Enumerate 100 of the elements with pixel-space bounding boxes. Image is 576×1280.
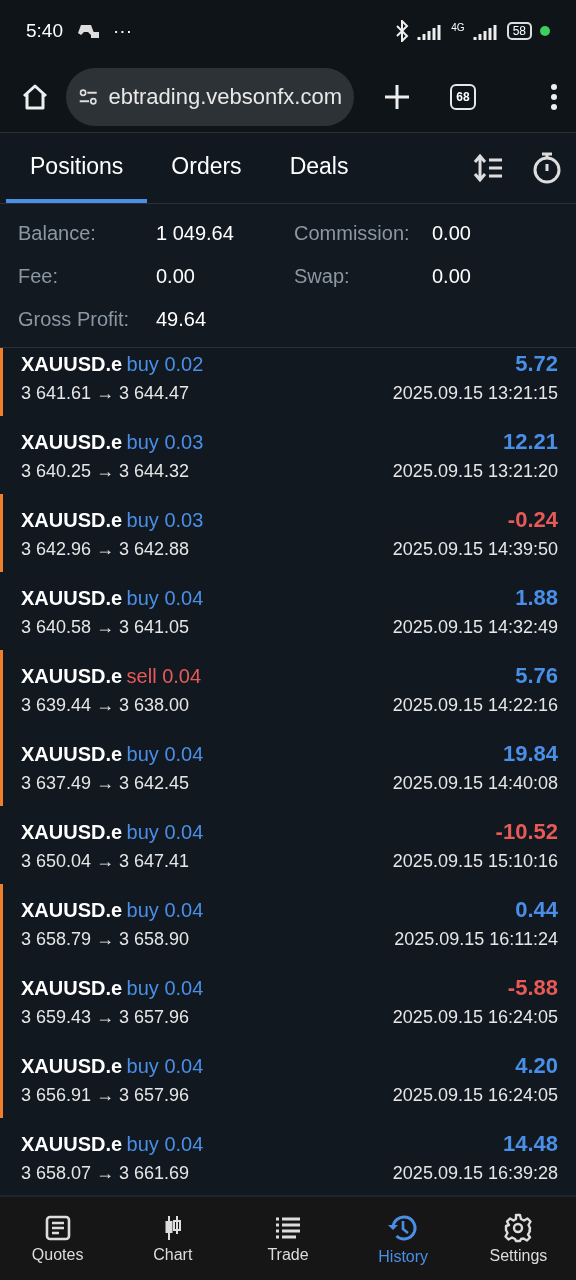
menu-icon[interactable] [550,84,558,110]
trade-side: buy 0.04 [126,586,204,609]
profit: -10.52 [495,818,558,845]
document-icon [43,1213,72,1242]
price-range: 3 659.43 → 3 657.96 [21,1006,190,1028]
deal-time: 2025.09.15 16:39:28 [392,1162,558,1184]
price-range: 3 650.04 → 3 647.41 [21,850,190,872]
profit: 0.44 [515,896,558,923]
address-bar[interactable]: ebtrading.vebsonfx.com [66,68,354,126]
summary-value: 49.64 [156,307,208,332]
summary-label: Balance: [18,221,97,246]
sort-icon[interactable] [474,154,504,182]
profit: -5.88 [507,974,558,1001]
trade-side: buy 0.04 [126,976,204,999]
deal-row[interactable]: XAUUSD.e buy 0.04 -10.52 3 650.04 → 3 647.41 2025.09.15 15:10:16 [0,806,576,884]
deal-time: 2025.09.15 16:24:05 [392,1006,558,1028]
symbol: XAUUSD.e [21,430,123,453]
profit: 1.88 [515,584,558,611]
price-range: 3 640.25 → 3 644.32 [21,460,190,482]
deal-time: 2025.09.15 13:21:15 [392,382,558,404]
trade-side: buy 0.04 [126,742,204,765]
trade-side: sell 0.04 [126,664,202,687]
nav-item[interactable]: Settings [460,1197,576,1280]
profit: 5.72 [515,350,558,377]
deal-row[interactable]: XAUUSD.e buy 0.04 4.20 3 656.91 → 3 657.96 2025.09.15 16:24:05 [0,1040,576,1118]
profit: 4.20 [515,1052,558,1079]
clock: 5:40 [26,20,63,42]
summary-label: Commission: [294,221,411,246]
deal-time: 2025.09.15 16:24:05 [392,1084,558,1106]
signal-icon [472,22,499,40]
symbol: XAUUSD.e [21,508,123,531]
battery-level: 58 [506,22,532,40]
deal-time: 2025.09.15 14:32:49 [392,616,558,638]
deal-row[interactable]: XAUUSD.e buy 0.04 19.84 3 637.49 → 3 642.45 2025.09.15 14:40:08 [0,728,576,806]
price-range: 3 640.58 → 3 641.05 [21,616,190,638]
deal-time: 2025.09.15 14:40:08 [392,772,558,794]
privacy-dot [540,26,550,36]
more-notifications: ··· [113,20,132,42]
profit: 5.76 [515,662,558,689]
site-settings-icon[interactable] [78,86,99,108]
deal-row[interactable]: XAUUSD.e buy 0.04 14.48 3 658.07 → 3 661.69 2025.09.15 16:39:28 [0,1118,576,1195]
price-range: 3 642.96 → 3 642.88 [21,538,190,560]
deal-time: 2025.09.15 14:39:50 [392,538,558,560]
trade-side: buy 0.04 [126,1132,204,1155]
summary-value: 0.00 [156,264,196,289]
price-range: 3 658.79 → 3 658.90 [21,928,190,950]
profit: 19.84 [502,740,558,767]
nav-item[interactable]: Trade [230,1197,346,1280]
trade-side: buy 0.02 [126,352,204,375]
deal-row[interactable]: XAUUSD.e buy 0.04 1.88 3 640.58 → 3 641.05 2025.09.15 14:32:49 [0,572,576,650]
bluetooth-icon [395,20,410,42]
summary-value: 0.00 [432,221,472,246]
nav-item[interactable]: Chart [115,1197,231,1280]
stopwatch-icon[interactable] [532,152,562,184]
symbol: XAUUSD.e [21,664,123,687]
summary-label: Swap: [294,264,351,289]
deal-time: 2025.09.15 13:21:20 [392,460,558,482]
price-range: 3 641.61 → 3 644.47 [21,382,190,404]
summary-label: Gross Profit: [18,307,131,332]
symbol: XAUUSD.e [21,1054,123,1077]
profit: -0.24 [507,506,558,533]
trade-side: buy 0.03 [126,508,204,531]
price-range: 3 658.07 → 3 661.69 [21,1162,190,1184]
summary-value: 0.00 [432,264,472,289]
tab[interactable]: Deals [265,133,373,203]
tab[interactable]: Orders [147,133,266,203]
settings-icon [503,1212,534,1243]
deal-row[interactable]: XAUUSD.e buy 0.02 5.72 3 641.61 → 3 644.47 2025.09.15 13:21:15 [0,348,576,416]
deal-time: 2025.09.15 15:10:16 [392,850,558,872]
deal-time: 2025.09.15 14:22:16 [392,694,558,716]
profit: 14.48 [502,1130,558,1157]
price-range: 3 639.44 → 3 638.00 [21,694,190,716]
deal-row[interactable]: XAUUSD.e buy 0.03 12.21 3 640.25 → 3 644.32 2025.09.15 13:21:20 [0,416,576,494]
network-type: 4G [451,22,465,33]
trade-side: buy 0.03 [126,430,204,453]
price-range: 3 656.91 → 3 657.96 [21,1084,190,1106]
deal-row[interactable]: XAUUSD.e buy 0.03 -0.24 3 642.96 → 3 642.88 2025.09.15 14:39:50 [0,494,576,572]
deal-row[interactable]: XAUUSD.e buy 0.04 0.44 3 658.79 → 3 658.90 2025.09.15 16:11:24 [0,884,576,962]
home-icon[interactable] [20,82,50,112]
symbol: XAUUSD.e [21,352,123,375]
symbol: XAUUSD.e [21,742,123,765]
trade-side: buy 0.04 [126,820,204,843]
deal-row[interactable]: XAUUSD.e buy 0.04 -5.88 3 659.43 → 3 657.96 2025.09.15 16:24:05 [0,962,576,1040]
symbol: XAUUSD.e [21,1132,123,1155]
symbol: XAUUSD.e [21,898,123,921]
symbol: XAUUSD.e [21,820,123,843]
price-range: 3 637.49 → 3 642.45 [21,772,190,794]
signal-icon [417,22,444,40]
symbol: XAUUSD.e [21,586,123,609]
nav-item[interactable]: History [345,1197,461,1280]
summary-label: Fee: [18,264,60,289]
deal-time: 2025.09.15 16:11:24 [394,928,558,950]
summary-value: 1 049.64 [156,221,235,246]
nav-item[interactable]: Quotes [0,1197,116,1280]
new-tab-icon[interactable] [384,84,410,110]
profit: 12.21 [502,428,558,455]
trade-side: buy 0.04 [126,1054,204,1077]
tab-count-button[interactable]: 68 [450,84,476,110]
trade-side: buy 0.04 [126,898,204,921]
deal-row[interactable]: XAUUSD.e sell 0.04 5.76 3 639.44 → 3 638.00 2025.09.15 14:22:16 [0,650,576,728]
